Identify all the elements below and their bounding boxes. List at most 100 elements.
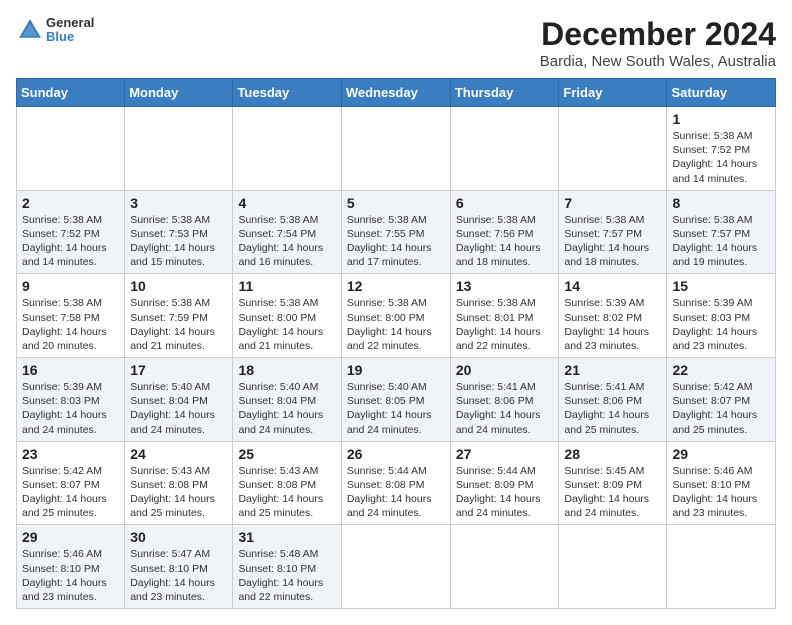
title-block: December 2024 Bardia, New South Wales, A… (540, 16, 776, 70)
calendar-cell (341, 107, 450, 191)
day-of-week-header: Wednesday (341, 79, 450, 107)
calendar-cell: 28 Sunrise: 5:45 AM Sunset: 8:09 PM Dayli… (559, 441, 667, 525)
calendar-cell: 3 Sunrise: 5:38 AM Sunset: 7:53 PM Daylig… (125, 190, 233, 274)
day-number: 15 (672, 278, 770, 294)
day-number: 14 (564, 278, 661, 294)
calendar-cell: 17 Sunrise: 5:40 AM Sunset: 8:04 PM Dayli… (125, 358, 233, 442)
calendar-cell (341, 525, 450, 609)
day-info: Sunrise: 5:40 AM Sunset: 8:05 PM Dayligh… (347, 380, 445, 437)
day-info: Sunrise: 5:47 AM Sunset: 8:10 PM Dayligh… (130, 547, 227, 604)
day-info: Sunrise: 5:44 AM Sunset: 8:09 PM Dayligh… (456, 464, 554, 521)
day-info: Sunrise: 5:40 AM Sunset: 8:04 PM Dayligh… (130, 380, 227, 437)
day-info: Sunrise: 5:38 AM Sunset: 8:00 PM Dayligh… (347, 296, 445, 353)
day-info: Sunrise: 5:38 AM Sunset: 7:55 PM Dayligh… (347, 213, 445, 270)
calendar-cell: 18Sunrise: 5:40 AM Sunset: 8:04 PM Dayli… (233, 358, 341, 442)
calendar-cell: 14 Sunrise: 5:39 AM Sunset: 8:02 PM Dayli… (559, 274, 667, 358)
calendar-cell (125, 107, 233, 191)
calendar-cell: 21Sunrise: 5:41 AM Sunset: 8:06 PM Dayli… (559, 358, 667, 442)
calendar-week-row: 16Sunrise: 5:39 AM Sunset: 8:03 PM Dayli… (17, 358, 776, 442)
day-number: 18 (238, 362, 335, 378)
day-number: 20 (456, 362, 554, 378)
calendar-cell: 30 Sunrise: 5:47 AM Sunset: 8:10 PM Dayli… (125, 525, 233, 609)
day-info: Sunrise: 5:41 AM Sunset: 8:06 PM Dayligh… (456, 380, 554, 437)
day-info: Sunrise: 5:38 AM Sunset: 8:01 PM Dayligh… (456, 296, 554, 353)
day-info: Sunrise: 5:38 AM Sunset: 7:56 PM Dayligh… (456, 213, 554, 270)
day-of-week-header: Tuesday (233, 79, 341, 107)
logo-line2: Blue (46, 30, 94, 44)
calendar-cell: 20 Sunrise: 5:41 AM Sunset: 8:06 PM Dayli… (450, 358, 559, 442)
day-number: 13 (456, 278, 554, 294)
calendar-cell: 13 Sunrise: 5:38 AM Sunset: 8:01 PM Dayli… (450, 274, 559, 358)
day-number: 4 (238, 195, 335, 211)
logo-icon (16, 16, 44, 44)
day-of-week-header: Saturday (667, 79, 776, 107)
calendar-cell (17, 107, 125, 191)
day-info: Sunrise: 5:44 AM Sunset: 8:08 PM Dayligh… (347, 464, 445, 521)
day-info: Sunrise: 5:39 AM Sunset: 8:03 PM Dayligh… (672, 296, 770, 353)
logo-line1: General (46, 16, 94, 30)
page-subtitle: Bardia, New South Wales, Australia (540, 53, 776, 70)
calendar-cell: 27Sunrise: 5:44 AM Sunset: 8:09 PM Dayli… (450, 441, 559, 525)
calendar-cell: 9Sunrise: 5:38 AM Sunset: 7:58 PM Daylig… (17, 274, 125, 358)
day-info: Sunrise: 5:43 AM Sunset: 8:08 PM Dayligh… (130, 464, 227, 521)
day-number: 30 (130, 529, 227, 545)
logo: General Blue (16, 16, 94, 45)
calendar-cell: 10 Sunrise: 5:38 AM Sunset: 7:59 PM Dayli… (125, 274, 233, 358)
day-number: 10 (130, 278, 227, 294)
calendar-cell (667, 525, 776, 609)
calendar-cell: 24 Sunrise: 5:43 AM Sunset: 8:08 PM Dayli… (125, 441, 233, 525)
calendar-week-row: 23Sunrise: 5:42 AM Sunset: 8:07 PM Dayli… (17, 441, 776, 525)
day-info: Sunrise: 5:39 AM Sunset: 8:02 PM Dayligh… (564, 296, 661, 353)
day-of-week-header: Friday (559, 79, 667, 107)
day-number: 29 (672, 446, 770, 462)
day-info: Sunrise: 5:38 AM Sunset: 7:57 PM Dayligh… (564, 213, 661, 270)
logo-text: General Blue (46, 16, 94, 45)
calendar-cell: 25 Sunrise: 5:43 AM Sunset: 8:08 PM Dayli… (233, 441, 341, 525)
day-number: 21 (564, 362, 661, 378)
day-number: 2 (22, 195, 119, 211)
day-info: Sunrise: 5:39 AM Sunset: 8:03 PM Dayligh… (22, 380, 119, 437)
day-number: 12 (347, 278, 445, 294)
day-number: 1 (672, 111, 770, 127)
day-info: Sunrise: 5:38 AM Sunset: 7:57 PM Dayligh… (672, 213, 770, 270)
calendar-cell (559, 107, 667, 191)
day-number: 3 (130, 195, 227, 211)
page-title: December 2024 (540, 16, 776, 53)
day-number: 8 (672, 195, 770, 211)
calendar-cell: 12 Sunrise: 5:38 AM Sunset: 8:00 PM Dayli… (341, 274, 450, 358)
calendar-cell (450, 525, 559, 609)
day-number: 24 (130, 446, 227, 462)
calendar-cell: 2Sunrise: 5:38 AM Sunset: 7:52 PM Daylig… (17, 190, 125, 274)
calendar-cell: 8 Sunrise: 5:38 AM Sunset: 7:57 PM Daylig… (667, 190, 776, 274)
day-info: Sunrise: 5:38 AM Sunset: 7:58 PM Dayligh… (22, 296, 119, 353)
day-info: Sunrise: 5:38 AM Sunset: 8:00 PM Dayligh… (238, 296, 335, 353)
day-number: 25 (238, 446, 335, 462)
day-number: 17 (130, 362, 227, 378)
calendar-cell: 5 Sunrise: 5:38 AM Sunset: 7:55 PM Daylig… (341, 190, 450, 274)
calendar-cell: 29 Sunrise: 5:46 AM Sunset: 8:10 PM Dayli… (667, 441, 776, 525)
day-number: 26 (347, 446, 445, 462)
day-of-week-header: Monday (125, 79, 233, 107)
day-info: Sunrise: 5:46 AM Sunset: 8:10 PM Dayligh… (22, 547, 119, 604)
page-header: General Blue December 2024 Bardia, New S… (16, 16, 776, 70)
day-info: Sunrise: 5:45 AM Sunset: 8:09 PM Dayligh… (564, 464, 661, 521)
day-info: Sunrise: 5:38 AM Sunset: 7:53 PM Dayligh… (130, 213, 227, 270)
calendar-cell (559, 525, 667, 609)
calendar-week-row: 1Sunrise: 5:38 AM Sunset: 7:52 PM Daylig… (17, 107, 776, 191)
calendar-cell: 19 Sunrise: 5:40 AM Sunset: 8:05 PM Dayli… (341, 358, 450, 442)
day-info: Sunrise: 5:48 AM Sunset: 8:10 PM Dayligh… (238, 547, 335, 604)
calendar-cell: 4 Sunrise: 5:38 AM Sunset: 7:54 PM Daylig… (233, 190, 341, 274)
day-number: 5 (347, 195, 445, 211)
calendar-cell: 7Sunrise: 5:38 AM Sunset: 7:57 PM Daylig… (559, 190, 667, 274)
calendar-week-row: 29Sunrise: 5:46 AM Sunset: 8:10 PM Dayli… (17, 525, 776, 609)
day-info: Sunrise: 5:38 AM Sunset: 7:54 PM Dayligh… (238, 213, 335, 270)
day-number: 19 (347, 362, 445, 378)
day-info: Sunrise: 5:46 AM Sunset: 8:10 PM Dayligh… (672, 464, 770, 521)
day-number: 22 (672, 362, 770, 378)
day-number: 28 (564, 446, 661, 462)
calendar-cell: 29Sunrise: 5:46 AM Sunset: 8:10 PM Dayli… (17, 525, 125, 609)
day-of-week-header: Thursday (450, 79, 559, 107)
day-info: Sunrise: 5:38 AM Sunset: 7:59 PM Dayligh… (130, 296, 227, 353)
day-info: Sunrise: 5:43 AM Sunset: 8:08 PM Dayligh… (238, 464, 335, 521)
calendar-cell: 16Sunrise: 5:39 AM Sunset: 8:03 PM Dayli… (17, 358, 125, 442)
